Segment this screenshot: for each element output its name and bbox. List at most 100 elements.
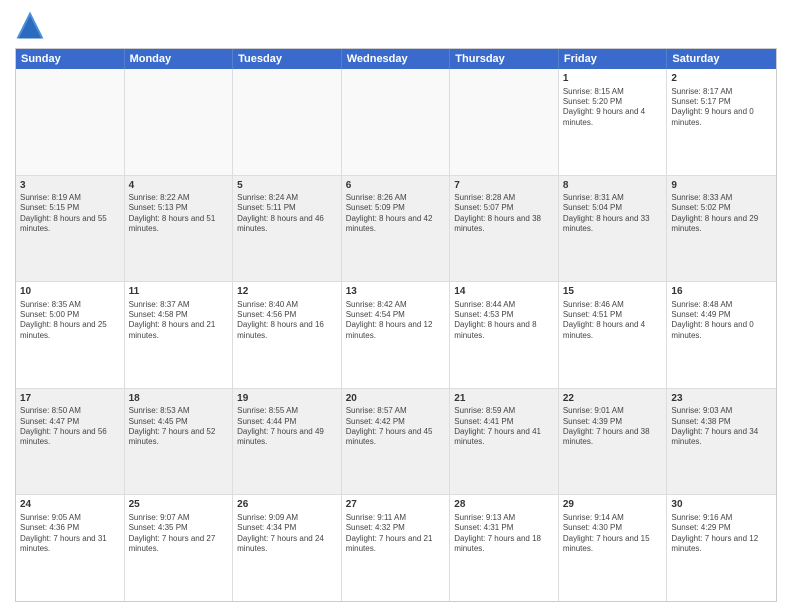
- day-info: Sunrise: 9:03 AM Sunset: 4:38 PM Dayligh…: [671, 406, 772, 448]
- header: [15, 10, 777, 40]
- day-info: Sunrise: 9:01 AM Sunset: 4:39 PM Dayligh…: [563, 406, 663, 448]
- day-number: 24: [20, 498, 120, 512]
- calendar-cell: [342, 69, 451, 175]
- calendar-cell: 29Sunrise: 9:14 AM Sunset: 4:30 PM Dayli…: [559, 495, 668, 601]
- day-info: Sunrise: 8:50 AM Sunset: 4:47 PM Dayligh…: [20, 406, 120, 448]
- calendar-cell: 7Sunrise: 8:28 AM Sunset: 5:07 PM Daylig…: [450, 176, 559, 282]
- day-number: 7: [454, 179, 554, 193]
- day-number: 21: [454, 392, 554, 406]
- calendar-cell: 12Sunrise: 8:40 AM Sunset: 4:56 PM Dayli…: [233, 282, 342, 388]
- header-day-wednesday: Wednesday: [342, 49, 451, 69]
- day-info: Sunrise: 8:33 AM Sunset: 5:02 PM Dayligh…: [671, 193, 772, 235]
- day-number: 10: [20, 285, 120, 299]
- calendar-cell: 9Sunrise: 8:33 AM Sunset: 5:02 PM Daylig…: [667, 176, 776, 282]
- calendar-cell: 15Sunrise: 8:46 AM Sunset: 4:51 PM Dayli…: [559, 282, 668, 388]
- day-number: 8: [563, 179, 663, 193]
- day-info: Sunrise: 9:05 AM Sunset: 4:36 PM Dayligh…: [20, 513, 120, 555]
- day-info: Sunrise: 8:17 AM Sunset: 5:17 PM Dayligh…: [671, 87, 772, 129]
- day-number: 11: [129, 285, 229, 299]
- day-info: Sunrise: 8:40 AM Sunset: 4:56 PM Dayligh…: [237, 300, 337, 342]
- calendar-row-5: 24Sunrise: 9:05 AM Sunset: 4:36 PM Dayli…: [16, 495, 776, 601]
- day-info: Sunrise: 9:16 AM Sunset: 4:29 PM Dayligh…: [671, 513, 772, 555]
- calendar-cell: 27Sunrise: 9:11 AM Sunset: 4:32 PM Dayli…: [342, 495, 451, 601]
- header-day-tuesday: Tuesday: [233, 49, 342, 69]
- calendar-cell: 19Sunrise: 8:55 AM Sunset: 4:44 PM Dayli…: [233, 389, 342, 495]
- day-info: Sunrise: 8:24 AM Sunset: 5:11 PM Dayligh…: [237, 193, 337, 235]
- calendar-cell: [233, 69, 342, 175]
- calendar-cell: 26Sunrise: 9:09 AM Sunset: 4:34 PM Dayli…: [233, 495, 342, 601]
- calendar-cell: 14Sunrise: 8:44 AM Sunset: 4:53 PM Dayli…: [450, 282, 559, 388]
- day-number: 12: [237, 285, 337, 299]
- calendar-cell: 30Sunrise: 9:16 AM Sunset: 4:29 PM Dayli…: [667, 495, 776, 601]
- calendar-cell: 4Sunrise: 8:22 AM Sunset: 5:13 PM Daylig…: [125, 176, 234, 282]
- calendar-cell: 3Sunrise: 8:19 AM Sunset: 5:15 PM Daylig…: [16, 176, 125, 282]
- day-info: Sunrise: 8:15 AM Sunset: 5:20 PM Dayligh…: [563, 87, 663, 129]
- day-info: Sunrise: 9:09 AM Sunset: 4:34 PM Dayligh…: [237, 513, 337, 555]
- day-number: 1: [563, 72, 663, 86]
- calendar-cell: 16Sunrise: 8:48 AM Sunset: 4:49 PM Dayli…: [667, 282, 776, 388]
- day-number: 15: [563, 285, 663, 299]
- logo-icon: [15, 10, 45, 40]
- day-info: Sunrise: 8:55 AM Sunset: 4:44 PM Dayligh…: [237, 406, 337, 448]
- day-info: Sunrise: 9:07 AM Sunset: 4:35 PM Dayligh…: [129, 513, 229, 555]
- calendar-cell: 11Sunrise: 8:37 AM Sunset: 4:58 PM Dayli…: [125, 282, 234, 388]
- header-day-sunday: Sunday: [16, 49, 125, 69]
- calendar-cell: 1Sunrise: 8:15 AM Sunset: 5:20 PM Daylig…: [559, 69, 668, 175]
- day-number: 23: [671, 392, 772, 406]
- day-info: Sunrise: 8:59 AM Sunset: 4:41 PM Dayligh…: [454, 406, 554, 448]
- day-info: Sunrise: 8:53 AM Sunset: 4:45 PM Dayligh…: [129, 406, 229, 448]
- calendar-cell: [125, 69, 234, 175]
- calendar-body: 1Sunrise: 8:15 AM Sunset: 5:20 PM Daylig…: [16, 69, 776, 601]
- calendar-cell: 21Sunrise: 8:59 AM Sunset: 4:41 PM Dayli…: [450, 389, 559, 495]
- day-number: 27: [346, 498, 446, 512]
- calendar-cell: 28Sunrise: 9:13 AM Sunset: 4:31 PM Dayli…: [450, 495, 559, 601]
- calendar-cell: [450, 69, 559, 175]
- day-info: Sunrise: 9:14 AM Sunset: 4:30 PM Dayligh…: [563, 513, 663, 555]
- calendar-cell: 25Sunrise: 9:07 AM Sunset: 4:35 PM Dayli…: [125, 495, 234, 601]
- day-number: 9: [671, 179, 772, 193]
- day-number: 4: [129, 179, 229, 193]
- day-number: 17: [20, 392, 120, 406]
- calendar-cell: 6Sunrise: 8:26 AM Sunset: 5:09 PM Daylig…: [342, 176, 451, 282]
- calendar-cell: 10Sunrise: 8:35 AM Sunset: 5:00 PM Dayli…: [16, 282, 125, 388]
- day-number: 3: [20, 179, 120, 193]
- calendar-row-2: 3Sunrise: 8:19 AM Sunset: 5:15 PM Daylig…: [16, 176, 776, 283]
- day-number: 19: [237, 392, 337, 406]
- calendar-cell: 8Sunrise: 8:31 AM Sunset: 5:04 PM Daylig…: [559, 176, 668, 282]
- page: SundayMondayTuesdayWednesdayThursdayFrid…: [0, 0, 792, 612]
- day-info: Sunrise: 8:37 AM Sunset: 4:58 PM Dayligh…: [129, 300, 229, 342]
- day-info: Sunrise: 8:26 AM Sunset: 5:09 PM Dayligh…: [346, 193, 446, 235]
- day-info: Sunrise: 9:11 AM Sunset: 4:32 PM Dayligh…: [346, 513, 446, 555]
- day-number: 13: [346, 285, 446, 299]
- day-number: 30: [671, 498, 772, 512]
- day-info: Sunrise: 8:19 AM Sunset: 5:15 PM Dayligh…: [20, 193, 120, 235]
- calendar-cell: [16, 69, 125, 175]
- calendar-row-1: 1Sunrise: 8:15 AM Sunset: 5:20 PM Daylig…: [16, 69, 776, 176]
- day-info: Sunrise: 8:57 AM Sunset: 4:42 PM Dayligh…: [346, 406, 446, 448]
- calendar-cell: 22Sunrise: 9:01 AM Sunset: 4:39 PM Dayli…: [559, 389, 668, 495]
- day-number: 20: [346, 392, 446, 406]
- day-info: Sunrise: 8:31 AM Sunset: 5:04 PM Dayligh…: [563, 193, 663, 235]
- day-number: 2: [671, 72, 772, 86]
- day-number: 5: [237, 179, 337, 193]
- calendar-header: SundayMondayTuesdayWednesdayThursdayFrid…: [16, 49, 776, 69]
- day-info: Sunrise: 8:44 AM Sunset: 4:53 PM Dayligh…: [454, 300, 554, 342]
- day-info: Sunrise: 8:22 AM Sunset: 5:13 PM Dayligh…: [129, 193, 229, 235]
- header-day-saturday: Saturday: [667, 49, 776, 69]
- day-number: 28: [454, 498, 554, 512]
- day-info: Sunrise: 8:46 AM Sunset: 4:51 PM Dayligh…: [563, 300, 663, 342]
- day-number: 18: [129, 392, 229, 406]
- day-info: Sunrise: 9:13 AM Sunset: 4:31 PM Dayligh…: [454, 513, 554, 555]
- day-number: 22: [563, 392, 663, 406]
- day-number: 26: [237, 498, 337, 512]
- header-day-thursday: Thursday: [450, 49, 559, 69]
- calendar-row-4: 17Sunrise: 8:50 AM Sunset: 4:47 PM Dayli…: [16, 389, 776, 496]
- day-number: 6: [346, 179, 446, 193]
- calendar-cell: 17Sunrise: 8:50 AM Sunset: 4:47 PM Dayli…: [16, 389, 125, 495]
- day-number: 29: [563, 498, 663, 512]
- header-day-friday: Friday: [559, 49, 668, 69]
- day-info: Sunrise: 8:42 AM Sunset: 4:54 PM Dayligh…: [346, 300, 446, 342]
- calendar-cell: 20Sunrise: 8:57 AM Sunset: 4:42 PM Dayli…: [342, 389, 451, 495]
- calendar: SundayMondayTuesdayWednesdayThursdayFrid…: [15, 48, 777, 602]
- calendar-cell: 24Sunrise: 9:05 AM Sunset: 4:36 PM Dayli…: [16, 495, 125, 601]
